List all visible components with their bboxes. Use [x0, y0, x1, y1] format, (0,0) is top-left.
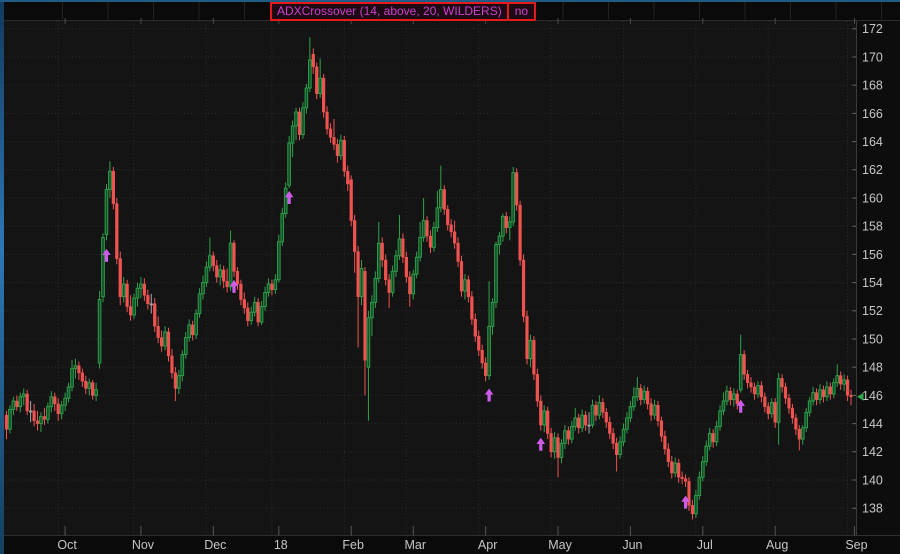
grid-layer — [4, 21, 857, 536]
svg-text:144: 144 — [862, 417, 883, 431]
svg-text:154: 154 — [862, 276, 883, 290]
svg-text:Oct: Oct — [57, 538, 77, 552]
svg-text:158: 158 — [862, 220, 883, 234]
indicator-name-params: ADXCrossover (14, above, 20, WILDERS) — [272, 4, 507, 19]
svg-text:140: 140 — [862, 473, 883, 487]
svg-text:170: 170 — [862, 50, 883, 64]
svg-text:160: 160 — [862, 191, 883, 205]
axes-layer: 172 170 168 166 164 162 160 158 156 154 152 150 148 1… — [57, 18, 883, 552]
svg-text:Apr: Apr — [478, 538, 497, 552]
svg-text:162: 162 — [862, 163, 883, 177]
svg-text:18: 18 — [274, 538, 288, 552]
indicator-flag[interactable]: ADXCrossover (14, above, 20, WILDERS) no — [270, 2, 536, 21]
svg-text:Sep: Sep — [845, 538, 867, 552]
svg-text:142: 142 — [862, 445, 883, 459]
chart-window: 172 170 168 166 164 162 160 158 156 154 152 150 148 1… — [0, 0, 900, 554]
indicator-name: ADXCrossover — [277, 4, 356, 18]
last-price-marker — [857, 393, 864, 401]
svg-text:148: 148 — [862, 361, 883, 375]
candles-layer — [5, 37, 852, 519]
svg-text:150: 150 — [862, 332, 883, 346]
svg-text:168: 168 — [862, 79, 883, 93]
svg-text:Jul: Jul — [697, 538, 713, 552]
indicator-params: (14, above, 20, WILDERS) — [360, 4, 502, 18]
svg-text:Feb: Feb — [342, 538, 364, 552]
candlestick-chart[interactable]: 172 170 168 166 164 162 160 158 156 154 152 150 148 1… — [0, 0, 900, 554]
svg-text:164: 164 — [862, 135, 883, 149]
svg-text:Jun: Jun — [622, 538, 642, 552]
svg-text:172: 172 — [862, 22, 883, 36]
svg-text:166: 166 — [862, 107, 883, 121]
svg-text:146: 146 — [862, 389, 883, 403]
buy-signal-arrow — [485, 388, 494, 401]
svg-text:Dec: Dec — [204, 538, 226, 552]
svg-text:Nov: Nov — [132, 538, 155, 552]
svg-text:138: 138 — [862, 502, 883, 516]
indicator-value: no — [507, 4, 534, 19]
svg-text:May: May — [548, 538, 572, 552]
svg-text:Aug: Aug — [766, 538, 788, 552]
svg-text:Mar: Mar — [404, 538, 426, 552]
svg-text:156: 156 — [862, 248, 883, 262]
buy-signal-arrow — [536, 438, 545, 451]
svg-text:152: 152 — [862, 304, 883, 318]
